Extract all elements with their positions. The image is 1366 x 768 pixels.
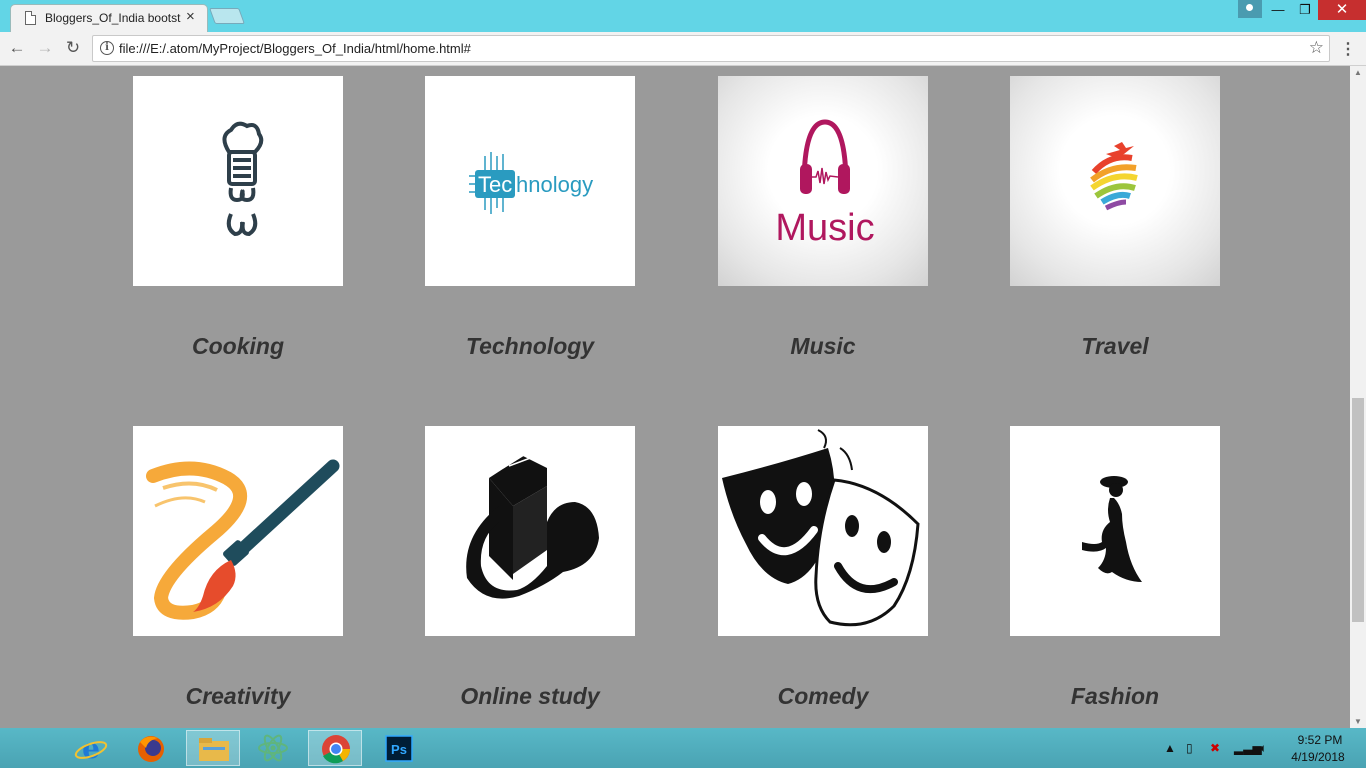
category-image-online-study[interactable]: [425, 426, 635, 636]
user-profile-icon[interactable]: [1238, 0, 1262, 18]
scrollbar-thumb[interactable]: [1352, 398, 1364, 622]
show-hidden-icons-icon[interactable]: ▲: [1164, 741, 1176, 755]
clock-date[interactable]: 4/19/2018: [1286, 750, 1350, 764]
category-image-fashion[interactable]: [1010, 426, 1220, 636]
clock-time[interactable]: 9:52 PM: [1290, 733, 1350, 747]
svg-text:e: e: [82, 732, 100, 765]
browser-titlebar: Bloggers_Of_India bootst × — ❐ ✕: [0, 0, 1366, 32]
svg-text:hnology: hnology: [516, 172, 593, 197]
windows-taskbar: e Ps ▲ ▯ ✖ ▂▃▅ 🔈︎ 9:52 PM 4/19/2018: [0, 728, 1366, 768]
page-scrollbar[interactable]: ▲ ▼: [1350, 66, 1366, 728]
tab-close-button[interactable]: ×: [186, 8, 195, 26]
theater-masks-icon: [722, 429, 920, 627]
browser-tab[interactable]: Bloggers_Of_India bootst ×: [10, 4, 208, 32]
category-image-creativity[interactable]: [133, 426, 343, 636]
firefox-icon[interactable]: [124, 730, 178, 766]
category-image-technology[interactable]: Tec hnology: [425, 76, 635, 286]
bookmark-star-icon[interactable]: ☆: [1309, 38, 1324, 58]
category-image-music[interactable]: Music: [718, 76, 928, 286]
reload-button[interactable]: ↻: [62, 37, 84, 59]
chrome-icon[interactable]: [308, 730, 362, 766]
scroll-up-arrow-icon[interactable]: ▲: [1354, 68, 1362, 77]
photoshop-icon[interactable]: Ps: [372, 730, 426, 766]
page-icon: [25, 11, 36, 25]
category-card-comedy[interactable]: Comedy: [718, 426, 928, 709]
signal-icon[interactable]: ▂▃▅: [1234, 741, 1262, 755]
category-label-comedy[interactable]: Comedy: [678, 683, 968, 710]
category-card-online-study[interactable]: Online study: [425, 426, 635, 709]
category-label-travel[interactable]: Travel: [970, 333, 1260, 360]
chef-hat-icon: [222, 121, 264, 237]
category-card-cooking[interactable]: Cooking: [133, 76, 343, 359]
file-explorer-icon[interactable]: [186, 730, 240, 766]
paintbrush-icon: [146, 459, 340, 620]
close-window-button[interactable]: ✕: [1318, 0, 1366, 20]
category-image-travel[interactable]: [1010, 76, 1220, 286]
book-icon: [466, 447, 599, 599]
category-label-music[interactable]: Music: [678, 333, 968, 360]
fashion-woman-icon: [1082, 476, 1142, 582]
no-internet-icon[interactable]: ✖: [1210, 741, 1220, 755]
new-tab-button[interactable]: [209, 8, 245, 24]
atom-icon[interactable]: [246, 730, 300, 766]
url-text[interactable]: file:///E:/.atom/MyProject/Bloggers_Of_I…: [119, 41, 471, 56]
address-bar[interactable]: i file:///E:/.atom/MyProject/Bloggers_Of…: [92, 35, 1330, 62]
category-label-cooking[interactable]: Cooking: [93, 333, 383, 360]
maximize-button[interactable]: ❐: [1292, 0, 1318, 20]
category-label-creativity[interactable]: Creativity: [93, 683, 383, 710]
scroll-down-arrow-icon[interactable]: ▼: [1354, 717, 1362, 726]
category-label-technology[interactable]: Technology: [385, 333, 675, 360]
volume-icon[interactable]: 🔈︎: [1260, 741, 1267, 756]
back-button[interactable]: ←: [6, 37, 28, 59]
category-label-online-study[interactable]: Online study: [385, 683, 675, 710]
browser-toolbar: ← → ↻ i file:///E:/.atom/MyProject/Blogg…: [0, 32, 1366, 66]
svg-text:Ps: Ps: [391, 742, 407, 757]
category-card-travel[interactable]: Travel: [1010, 76, 1220, 359]
category-card-music[interactable]: Music Music: [718, 76, 928, 359]
category-card-fashion[interactable]: Fashion: [1010, 426, 1220, 709]
globe-plane-icon: [1090, 142, 1138, 211]
svg-text:Tec: Tec: [478, 172, 512, 197]
category-card-creativity[interactable]: Creativity: [133, 426, 343, 709]
device-icon[interactable]: ▯: [1186, 741, 1193, 755]
category-label-fashion[interactable]: Fashion: [970, 683, 1260, 710]
tab-title: Bloggers_Of_India bootst: [45, 11, 181, 25]
headphones-music-icon: Music: [775, 119, 875, 249]
category-image-comedy[interactable]: [718, 426, 928, 636]
category-card-technology[interactable]: Tec hnology Technology: [425, 76, 635, 359]
site-info-icon[interactable]: i: [100, 41, 114, 55]
internet-explorer-icon[interactable]: e: [64, 730, 118, 766]
svg-text:Music: Music: [775, 207, 874, 249]
page-content: Cooking Tec hnology Technology Music Mus…: [0, 66, 1350, 728]
browser-menu-icon[interactable]: ⋮: [1340, 39, 1356, 59]
forward-button[interactable]: →: [34, 37, 56, 59]
minimize-button[interactable]: —: [1264, 0, 1292, 20]
technology-logo-icon: Tec hnology: [469, 152, 593, 214]
category-image-cooking[interactable]: [133, 76, 343, 286]
